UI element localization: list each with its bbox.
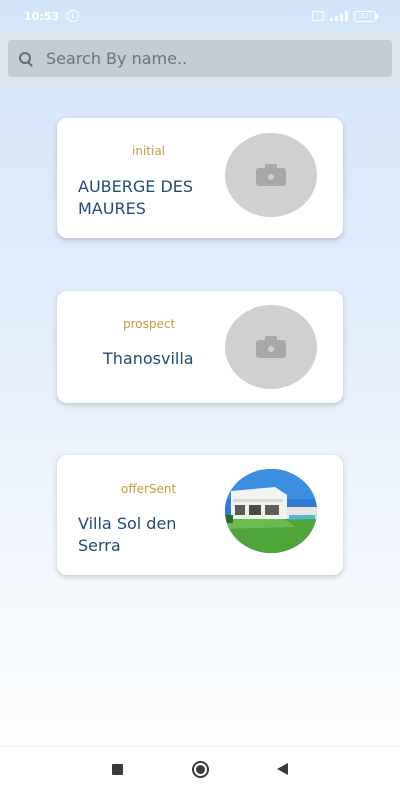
card-photo[interactable] — [225, 133, 317, 217]
status-right: 82 — [312, 10, 378, 22]
search-input[interactable] — [46, 40, 392, 77]
card-name: Villa Sol den Serra — [78, 513, 176, 557]
card-name-line: Villa Sol den — [78, 514, 177, 533]
camera-placeholder-icon — [256, 164, 286, 186]
status-left: 10:53 — [24, 9, 80, 23]
circle-home-icon — [191, 760, 209, 778]
card-name-line: AUBERGE DES — [78, 177, 194, 196]
battery-level: 82 — [354, 10, 376, 22]
square-recent-apps-icon — [111, 763, 123, 775]
triangle-back-icon — [276, 763, 288, 775]
camera-placeholder-icon — [256, 336, 286, 358]
card-photo[interactable] — [225, 305, 317, 389]
card-status: initial — [132, 144, 165, 158]
battery-icon: 82 — [354, 10, 378, 22]
card-name: AUBERGE DES MAURES — [78, 176, 193, 220]
card-name-line: Serra — [78, 536, 121, 555]
back-button[interactable] — [262, 747, 302, 790]
card-name-line: MAURES — [78, 199, 146, 218]
search-bar — [0, 32, 400, 86]
signal-icon — [330, 11, 348, 21]
status-time: 10:53 — [24, 9, 60, 23]
search-icon — [18, 51, 34, 67]
search-box[interactable] — [8, 40, 392, 77]
villa-image — [225, 469, 317, 553]
card-status: prospect — [123, 317, 176, 331]
property-card[interactable]: offerSent Villa Sol den Serra — [57, 455, 343, 575]
alarm-icon — [67, 10, 80, 22]
card-name-line: Thanosvilla — [103, 349, 194, 368]
navigation-bar — [0, 746, 400, 790]
property-card[interactable]: initial AUBERGE DES MAURES — [57, 118, 343, 238]
property-card[interactable]: prospect Thanosvilla — [57, 291, 343, 403]
card-status: offerSent — [121, 482, 177, 496]
home-button[interactable] — [180, 747, 220, 790]
villa-photo[interactable] — [225, 469, 317, 553]
sim-icon — [312, 11, 324, 21]
recent-apps-button[interactable] — [97, 747, 137, 790]
card-name: Thanosvilla — [103, 348, 194, 370]
status-bar: 10:53 82 — [0, 0, 400, 32]
